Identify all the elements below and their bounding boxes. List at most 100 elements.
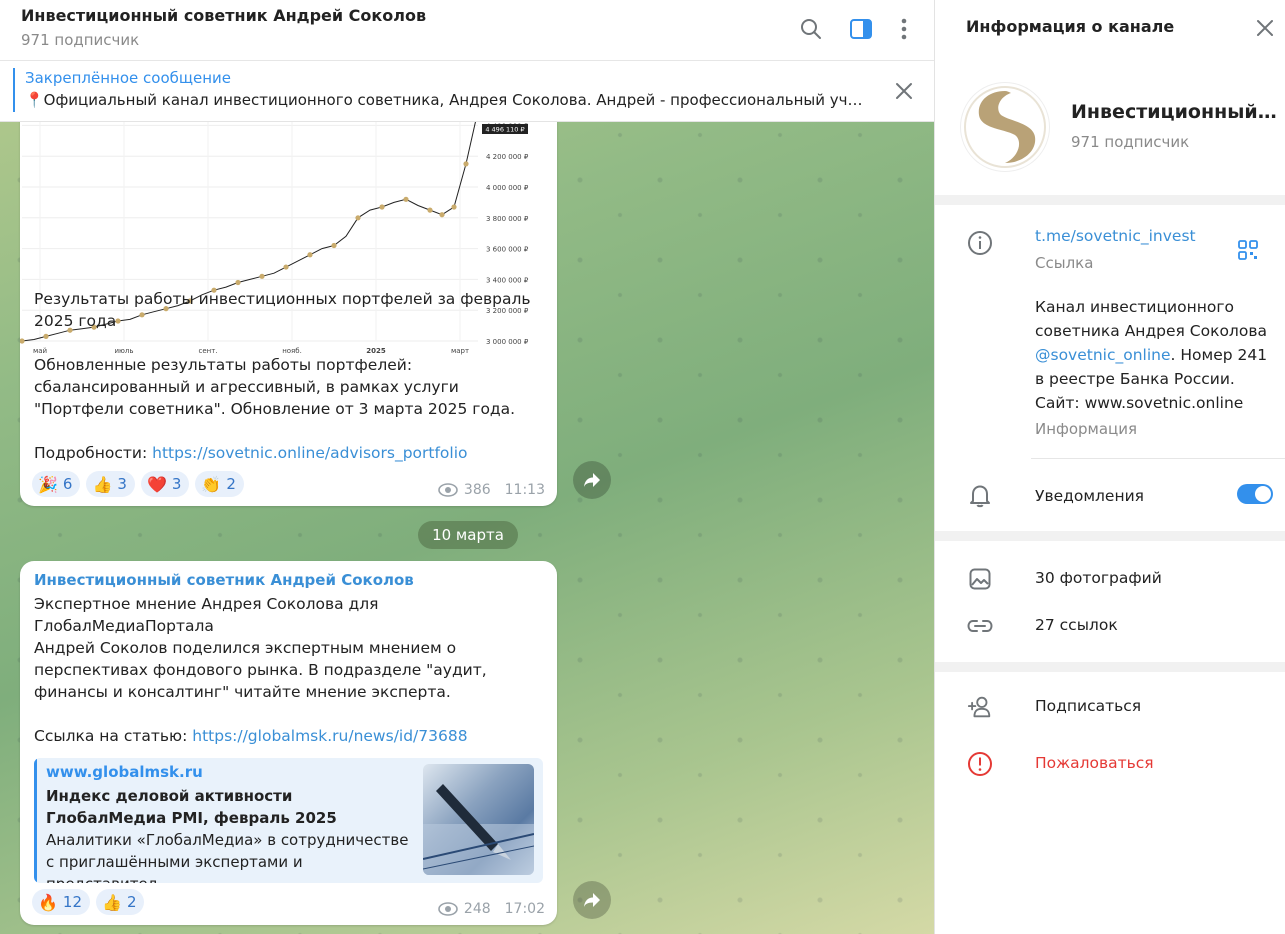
chart-y-tick-label: 4 200 000 ₽	[486, 153, 529, 161]
message-meta: 248 17:02	[438, 901, 545, 917]
pinned-accent-bar	[13, 68, 15, 112]
message-article-link: Ссылка на статью: https://globalmsk.ru/n…	[34, 725, 549, 747]
pinned-text: 📍Официальный канал инвестиционного совет…	[25, 91, 865, 109]
reaction-count: 3	[117, 475, 127, 493]
more-menu-button[interactable]	[889, 14, 919, 44]
report-button[interactable]: Пожаловаться	[1035, 754, 1154, 772]
fire-emoji-icon: 🔥	[38, 892, 58, 912]
views-eye-icon	[438, 483, 458, 497]
link-preview[interactable]: www.globalmsk.ru Индекс деловой активнос…	[34, 758, 543, 883]
description-mention-link[interactable]: @sovetnic_online	[1035, 346, 1171, 364]
preview-title: Индекс деловой активности ГлобалМедиа PM…	[46, 787, 337, 827]
chart-y-tick-label: 3 800 000 ₽	[486, 215, 529, 223]
message-body: Обновленные результаты работы портфелей:…	[34, 356, 516, 418]
preview-thumbnail	[423, 764, 534, 875]
preview-site: www.globalmsk.ru	[46, 763, 203, 781]
channel-avatar[interactable]	[961, 83, 1049, 171]
toggle-knob	[1255, 486, 1271, 502]
links-item[interactable]: 27 ссылок	[1035, 616, 1118, 634]
message-author[interactable]: Инвестиционный советник Андрей Соколов	[34, 571, 414, 589]
views-eye-icon	[438, 902, 458, 916]
reaction-clap[interactable]: 👏 2	[195, 471, 244, 497]
photo-icon	[967, 566, 993, 592]
preview-accent-line	[34, 758, 37, 883]
chart-point	[259, 273, 265, 279]
add-user-icon	[967, 694, 993, 720]
qr-code-icon	[1238, 240, 1258, 260]
reaction-count: 12	[62, 893, 83, 911]
close-panel-button[interactable]	[1253, 16, 1277, 40]
bell-icon	[967, 482, 993, 508]
message-body: Андрей Соколов поделился экспертным мнен…	[34, 639, 487, 701]
message-title: Экспертное мнение Андрея Соколова для Гл…	[34, 595, 379, 635]
chart-point	[43, 333, 49, 339]
preview-description: Аналитики «ГлобалМедиа» в сотрудничестве…	[46, 831, 409, 883]
reaction-thumbs-up[interactable]: 👍 2	[96, 889, 145, 915]
thumbs-up-emoji-icon: 👍	[102, 892, 122, 912]
section-separator	[935, 662, 1285, 672]
chart-point	[463, 161, 469, 167]
reaction-thumbs-up[interactable]: 👍 3	[86, 471, 135, 497]
channel-link-label: Ссылка	[1035, 254, 1094, 272]
channel-link[interactable]: t.me/sovetnic_invest	[1035, 227, 1196, 245]
subscribe-button[interactable]: Подписаться	[1035, 697, 1141, 715]
chat-header[interactable]: Инвестиционный советник Андрей Соколов 9…	[0, 0, 934, 61]
views-count: 248	[463, 901, 491, 917]
description-text: Канал инвестиционного советника Андрея С…	[1035, 298, 1267, 340]
photos-item[interactable]: 30 фотографий	[1035, 569, 1162, 587]
search-icon	[801, 19, 821, 39]
qr-code-button[interactable]	[1237, 239, 1259, 261]
clap-emoji-icon: 👏	[201, 474, 222, 494]
notifications-toggle[interactable]	[1237, 484, 1273, 504]
article-link[interactable]: https://globalmsk.ru/news/id/73688	[192, 727, 467, 745]
reaction-count: 2	[126, 893, 137, 911]
chart-point	[307, 252, 313, 258]
chart-y-tick-label: 4 000 000 ₽	[486, 184, 529, 192]
reactions-bar: 🔥 12 👍 2	[32, 889, 145, 915]
reaction-count: 2	[226, 475, 236, 493]
forward-button[interactable]	[573, 461, 611, 499]
chart-point	[355, 215, 361, 221]
thumbs-up-emoji-icon: 👍	[92, 474, 113, 494]
chart-point	[331, 242, 337, 249]
details-label: Подробности:	[34, 444, 153, 462]
reaction-count: 6	[62, 475, 73, 493]
channel-name: Инвестиционный советник Андрей Соколов	[1071, 101, 1281, 123]
message-time: 11:13	[504, 482, 545, 498]
search-button[interactable]	[796, 14, 826, 44]
toggle-sidebar-button[interactable]	[846, 14, 876, 44]
notifications-label: Уведомления	[1035, 487, 1144, 505]
reactions-bar: 🎉 6 👍 3 ❤️ 3 👏 2	[32, 471, 244, 497]
message-bubble: Инвестиционный советник Андрей Соколов Э…	[20, 561, 557, 925]
forward-arrow-icon	[584, 473, 600, 487]
divider	[1031, 458, 1285, 459]
reaction-party[interactable]: 🎉 6	[32, 471, 81, 497]
chart-point	[283, 264, 289, 270]
fountain-pen-icon	[423, 784, 534, 875]
reaction-heart[interactable]: ❤️ 3	[140, 471, 190, 497]
chart-y-tick-label: 3 600 000 ₽	[486, 246, 529, 254]
close-icon	[896, 83, 912, 99]
close-pinned-button[interactable]	[892, 79, 916, 103]
channel-logo-icon	[964, 86, 1046, 168]
description-label: Информация	[1035, 420, 1138, 438]
warning-icon	[967, 751, 993, 777]
chat-title[interactable]: Инвестиционный советник Андрей Соколов	[21, 6, 426, 25]
details-link[interactable]: https://sovetnic.online/advisors_portfol…	[152, 444, 467, 462]
forward-arrow-icon	[584, 893, 600, 907]
reaction-count: 3	[171, 475, 182, 493]
channel-subscribers: 971 подписчик	[1071, 133, 1190, 151]
chart-point	[403, 196, 409, 202]
reaction-fire[interactable]: 🔥 12	[32, 889, 91, 915]
pinned-message-bar[interactable]: Закреплённое сообщение 📍Официальный кана…	[0, 61, 934, 122]
channel-description: Канал инвестиционного советника Андрея С…	[1035, 295, 1275, 415]
forward-button[interactable]	[573, 881, 611, 919]
info-icon	[967, 230, 993, 256]
chart-point	[451, 204, 457, 210]
close-icon	[1257, 20, 1273, 36]
panel-title: Информация о канале	[966, 17, 1175, 36]
message-details: Подробности: https://sovetnic.online/adv…	[34, 442, 549, 464]
chart-point	[379, 204, 385, 210]
chart-point	[427, 207, 433, 213]
link-label: Ссылка на статью:	[34, 727, 193, 745]
